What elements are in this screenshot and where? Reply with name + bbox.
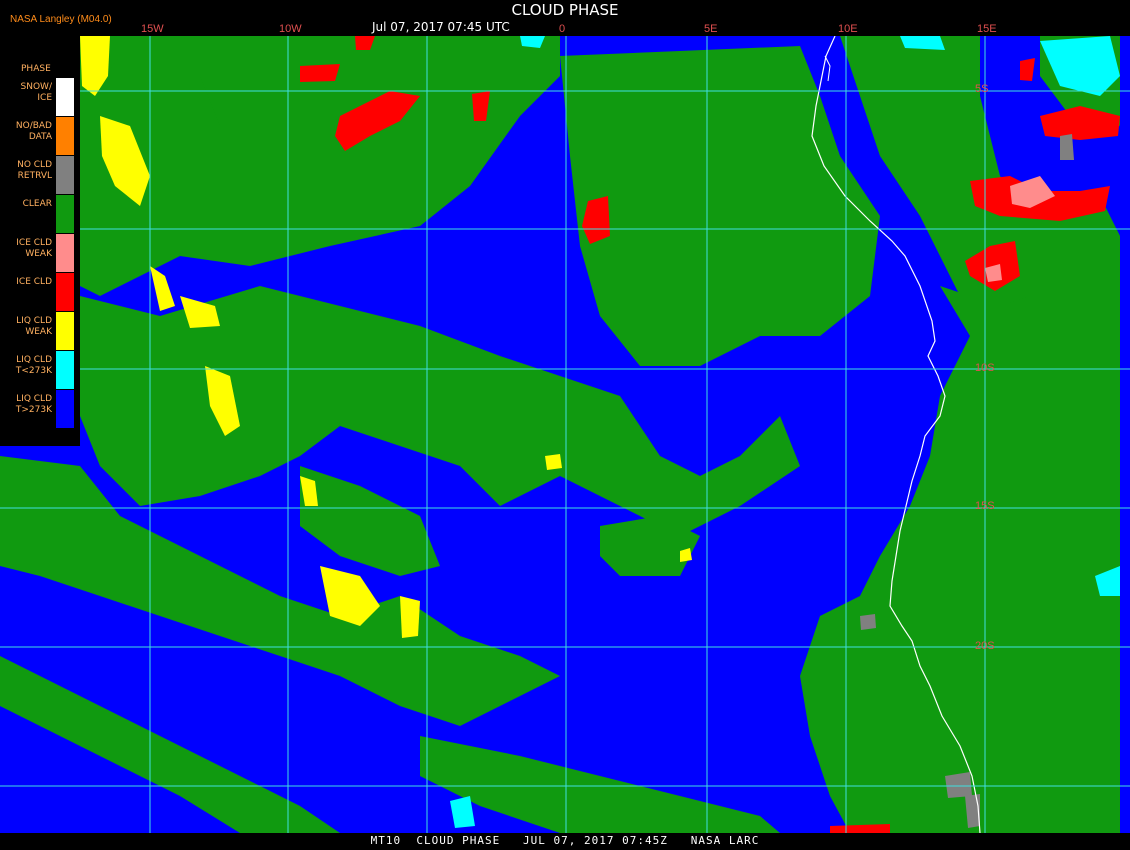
legend-item-swatch: [56, 195, 74, 233]
datetime-label: Jul 07, 2017 07:45 UTC: [372, 20, 510, 34]
legend-title: PHASE: [21, 64, 51, 74]
legend-item-label: NO/BAD DATA: [15, 121, 52, 142]
legend-item: SNOW/ ICE: [0, 78, 80, 116]
lon-label-15w: 15W: [141, 23, 164, 35]
legend-item-label: CLEAR: [22, 199, 52, 209]
lat-label-15s: 15S: [975, 500, 995, 512]
legend-item-swatch: [56, 312, 74, 350]
legend-item-swatch: [56, 273, 74, 311]
footer-caption: MT10 CLOUD PHASE JUL 07, 2017 07:45Z NAS…: [370, 834, 760, 847]
legend-item: LIQ CLD WEAK: [0, 312, 80, 350]
lon-label-5e: 5E: [704, 23, 718, 35]
legend-item-label: LIQ CLD T<273K: [15, 355, 52, 376]
cloud-phase-map: [0, 36, 1130, 833]
legend-item: LIQ CLD T>273K: [0, 390, 80, 428]
legend-item-swatch: [56, 234, 74, 272]
legend-item: ICE CLD WEAK: [0, 234, 80, 272]
phase-legend: PHASE SNOW/ ICE NO/BAD DATA NO CLD RETRVL C…: [0, 36, 80, 446]
header-bar: NASA Langley (M04.0) CLOUD PHASE Jul 07,…: [0, 0, 1130, 36]
lon-label-10w: 10W: [279, 23, 302, 35]
lat-label-5s: 5S: [975, 83, 989, 95]
map-title: CLOUD PHASE: [511, 1, 619, 19]
lon-label-0: 0: [559, 23, 566, 35]
legend-item-swatch: [56, 351, 74, 389]
legend-item: NO/BAD DATA: [0, 117, 80, 155]
legend-item-swatch: [56, 117, 74, 155]
legend-item-label: LIQ CLD T>273K: [15, 394, 52, 415]
legend-item-label: ICE CLD WEAK: [16, 238, 52, 259]
legend-item-swatch: [56, 156, 74, 194]
lat-label-10s: 10S: [975, 362, 995, 374]
legend-item-label: ICE CLD: [16, 277, 52, 287]
lon-label-10e: 10E: [838, 23, 858, 35]
footer-bar: MT10 CLOUD PHASE JUL 07, 2017 07:45Z NAS…: [0, 833, 1130, 850]
legend-item: ICE CLD: [0, 273, 80, 311]
legend-item-label: NO CLD RETRVL: [17, 160, 52, 181]
legend-item: LIQ CLD T<273K: [0, 351, 80, 389]
legend-item: CLEAR: [0, 195, 80, 233]
legend-item-swatch: [56, 78, 74, 116]
legend-item-swatch: [56, 390, 74, 428]
legend-item: NO CLD RETRVL: [0, 156, 80, 194]
lon-label-15e: 15E: [977, 23, 997, 35]
legend-item-label: LIQ CLD WEAK: [16, 316, 52, 337]
legend-item-label: SNOW/ ICE: [20, 82, 52, 103]
lat-label-20s: 20S: [975, 640, 995, 652]
